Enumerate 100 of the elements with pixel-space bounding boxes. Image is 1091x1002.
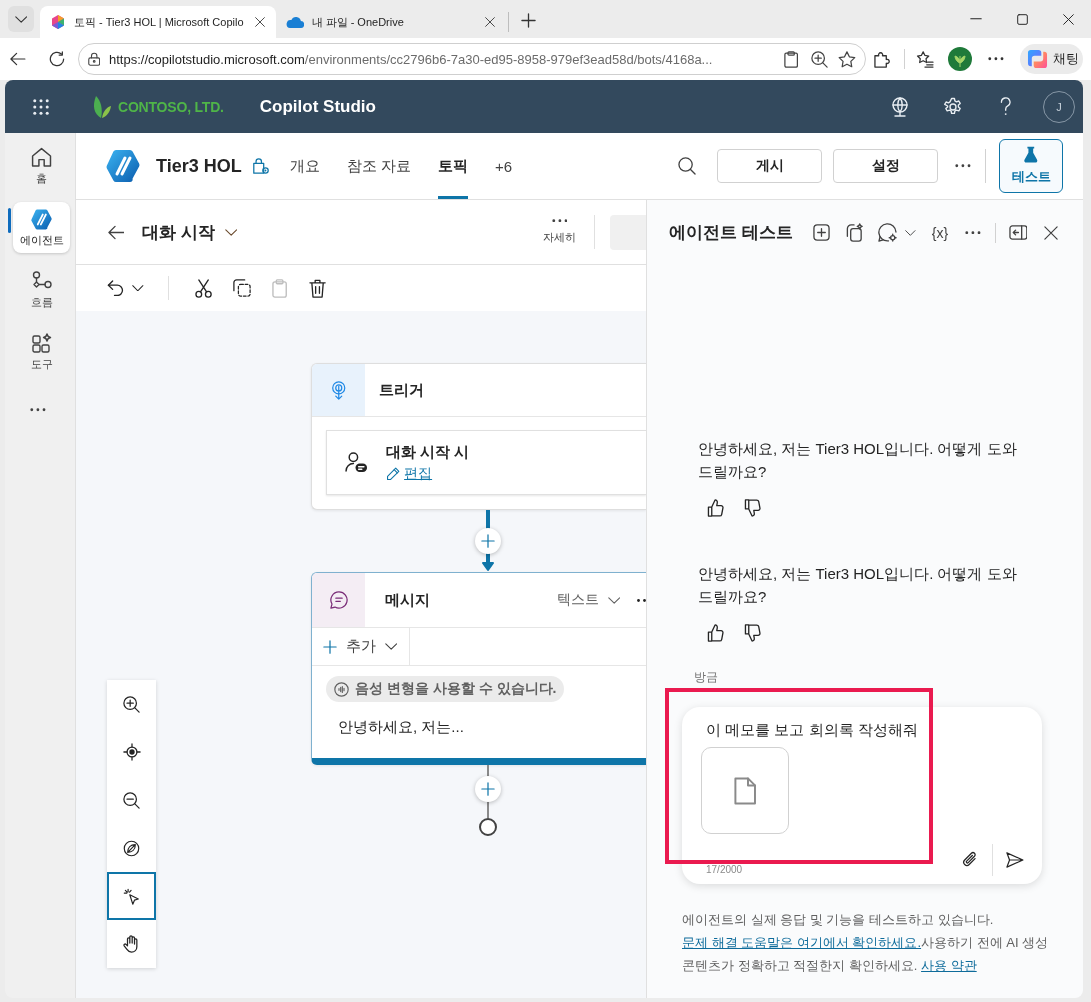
chevron-down-icon — [14, 15, 28, 23]
paperclip-icon — [961, 851, 979, 869]
select-tool-button[interactable] — [107, 872, 156, 920]
more-icon — [30, 408, 46, 412]
nav-tab[interactable]: +6 — [494, 133, 512, 199]
publish-button[interactable]: 게시 — [717, 149, 822, 183]
file-icon — [733, 776, 757, 805]
lock-gear-icon — [251, 157, 270, 175]
test-button[interactable]: 테스트 — [999, 139, 1063, 193]
star-icon — [838, 50, 856, 68]
panel-title: 에이전트 테스트 — [669, 222, 793, 244]
connector-arrow — [482, 510, 494, 572]
node-title: 메시지 — [385, 590, 430, 610]
cloud-icon — [285, 16, 304, 28]
zoom-out-icon — [123, 791, 140, 809]
message-preview: 안녕하세요, 저는... — [338, 717, 465, 737]
slash-logo-icon — [31, 208, 52, 230]
plus-icon — [481, 534, 495, 548]
attachment-thumbnail[interactable] — [701, 747, 789, 834]
nav-tab[interactable]: 개요 — [289, 133, 320, 199]
minimize-icon — [970, 18, 982, 20]
refresh-icon — [49, 51, 65, 67]
clipboard-icon — [783, 50, 799, 68]
disclaimer-link[interactable]: 문제 해결 도움말은 여기에서 확인하세요. — [682, 935, 922, 950]
favorites-icon — [916, 50, 934, 68]
chevron-down-icon — [224, 228, 238, 236]
send-icon — [1006, 852, 1024, 868]
flask-icon — [1024, 146, 1038, 163]
variables-button[interactable]: {x} — [926, 218, 954, 247]
nav-item[interactable]: 에이전트 — [13, 202, 70, 253]
more-icon — [988, 57, 1004, 61]
topic-title-dropdown[interactable]: 대화 시작 — [142, 220, 238, 244]
edit-link[interactable]: 편집 — [386, 464, 470, 483]
add-node-button[interactable] — [475, 528, 501, 554]
character-counter: 17/2000 — [706, 864, 743, 876]
add-node-button[interactable] — [475, 776, 501, 802]
voice-variation-text: 음성 변형을 사용할 수 있습니다. — [355, 680, 557, 698]
settings-button[interactable]: 설정 — [833, 149, 938, 183]
selected-indicator — [8, 208, 11, 233]
message-input-field[interactable]: 이 메모를 보고 회의록 작성해줘 — [701, 718, 1031, 742]
close-icon — [1044, 225, 1058, 240]
chevron-down-icon — [385, 643, 398, 650]
back-arrow-icon — [107, 224, 125, 240]
thumbs-up-icon — [707, 499, 725, 517]
copy-sparkle-icon — [844, 223, 864, 242]
nav-item[interactable]: 도구 — [13, 326, 70, 377]
more-icon — [551, 218, 568, 223]
format-dropdown[interactable]: 텍스트 — [556, 591, 620, 609]
zoom-in-icon — [123, 695, 140, 713]
tab-list-button[interactable] — [8, 6, 34, 32]
grid-sparkle-icon — [31, 333, 52, 353]
browser-tab[interactable]: 토픽 - Tier3 HOL | Microsoft Copilo — [40, 6, 276, 38]
pencil-icon — [386, 466, 401, 481]
maximize-icon — [1016, 13, 1028, 25]
gradient-logo-icon — [1027, 49, 1048, 69]
chat-bubble-icon — [312, 573, 365, 627]
close-icon — [484, 17, 495, 27]
event-name: 대화 시작 시 — [386, 442, 470, 462]
scissors-icon — [195, 278, 213, 298]
copy-icon — [233, 279, 251, 297]
lock-icon — [87, 52, 101, 66]
crosshair-icon — [122, 743, 141, 761]
end-circle — [479, 818, 497, 836]
add-button[interactable]: 추가 — [312, 628, 411, 665]
nav-tab[interactable]: 참조 자료 — [346, 133, 411, 199]
plus-icon — [521, 12, 537, 28]
puzzle-icon — [873, 50, 891, 68]
bot-message: 안녕하세요, 저는 Tier3 HOL입니다. 어떻게 도와드릴까요? — [698, 439, 1018, 482]
zoom-in-icon — [810, 50, 828, 68]
thumbs-down-icon — [744, 624, 762, 642]
slashed-circle-icon — [123, 839, 140, 857]
profile-avatar-icon — [948, 47, 972, 71]
disclaimer-text: 에이전트의 실제 응답 및 기능을 테스트하고 있습니다. 문제 해결 도움말은 여기에서 확인하세요.사용하기 전에 AI 생성 콘텐츠가 정확하고 적절한지 확인하세요. 사용 약관 — [682, 911, 1050, 975]
bot-message: 안녕하세요, 저는 Tier3 HOL입니다. 어떻게 도와드릴까요? — [698, 564, 1018, 607]
browser-tab[interactable]: 내 파일 - OneDrive — [275, 6, 506, 38]
clipboard-icon — [272, 278, 288, 298]
flow-icon — [31, 271, 52, 291]
hexagon-icon — [50, 14, 66, 30]
nav-item[interactable]: 홈 — [13, 140, 70, 191]
details-button[interactable]: 자세히 — [543, 218, 576, 246]
cursor-click-icon — [123, 887, 140, 905]
chat-gear-icon — [878, 223, 898, 242]
undo-icon — [107, 280, 125, 296]
back-arrow-icon — [10, 52, 26, 66]
company-name: CONTOSO, LTD. — [118, 98, 224, 115]
timestamp: 방금 — [694, 669, 718, 685]
waffle-icon — [33, 98, 49, 115]
nav-item[interactable]: 흐름 — [13, 264, 70, 315]
close-icon — [1062, 13, 1074, 25]
settings-icon — [943, 96, 963, 117]
disclaimer-link[interactable]: 사용 약관 — [921, 958, 977, 973]
thumbs-up-icon — [707, 624, 725, 642]
more-icon — [965, 230, 981, 235]
more-icon — [955, 164, 971, 168]
chevron-down-icon — [607, 596, 620, 604]
chevron-down-icon — [905, 229, 916, 236]
slash-logo-icon — [106, 149, 140, 183]
more-icon — [637, 598, 646, 602]
chat-button[interactable]: 채팅 — [1020, 44, 1083, 74]
search-icon — [678, 157, 696, 175]
